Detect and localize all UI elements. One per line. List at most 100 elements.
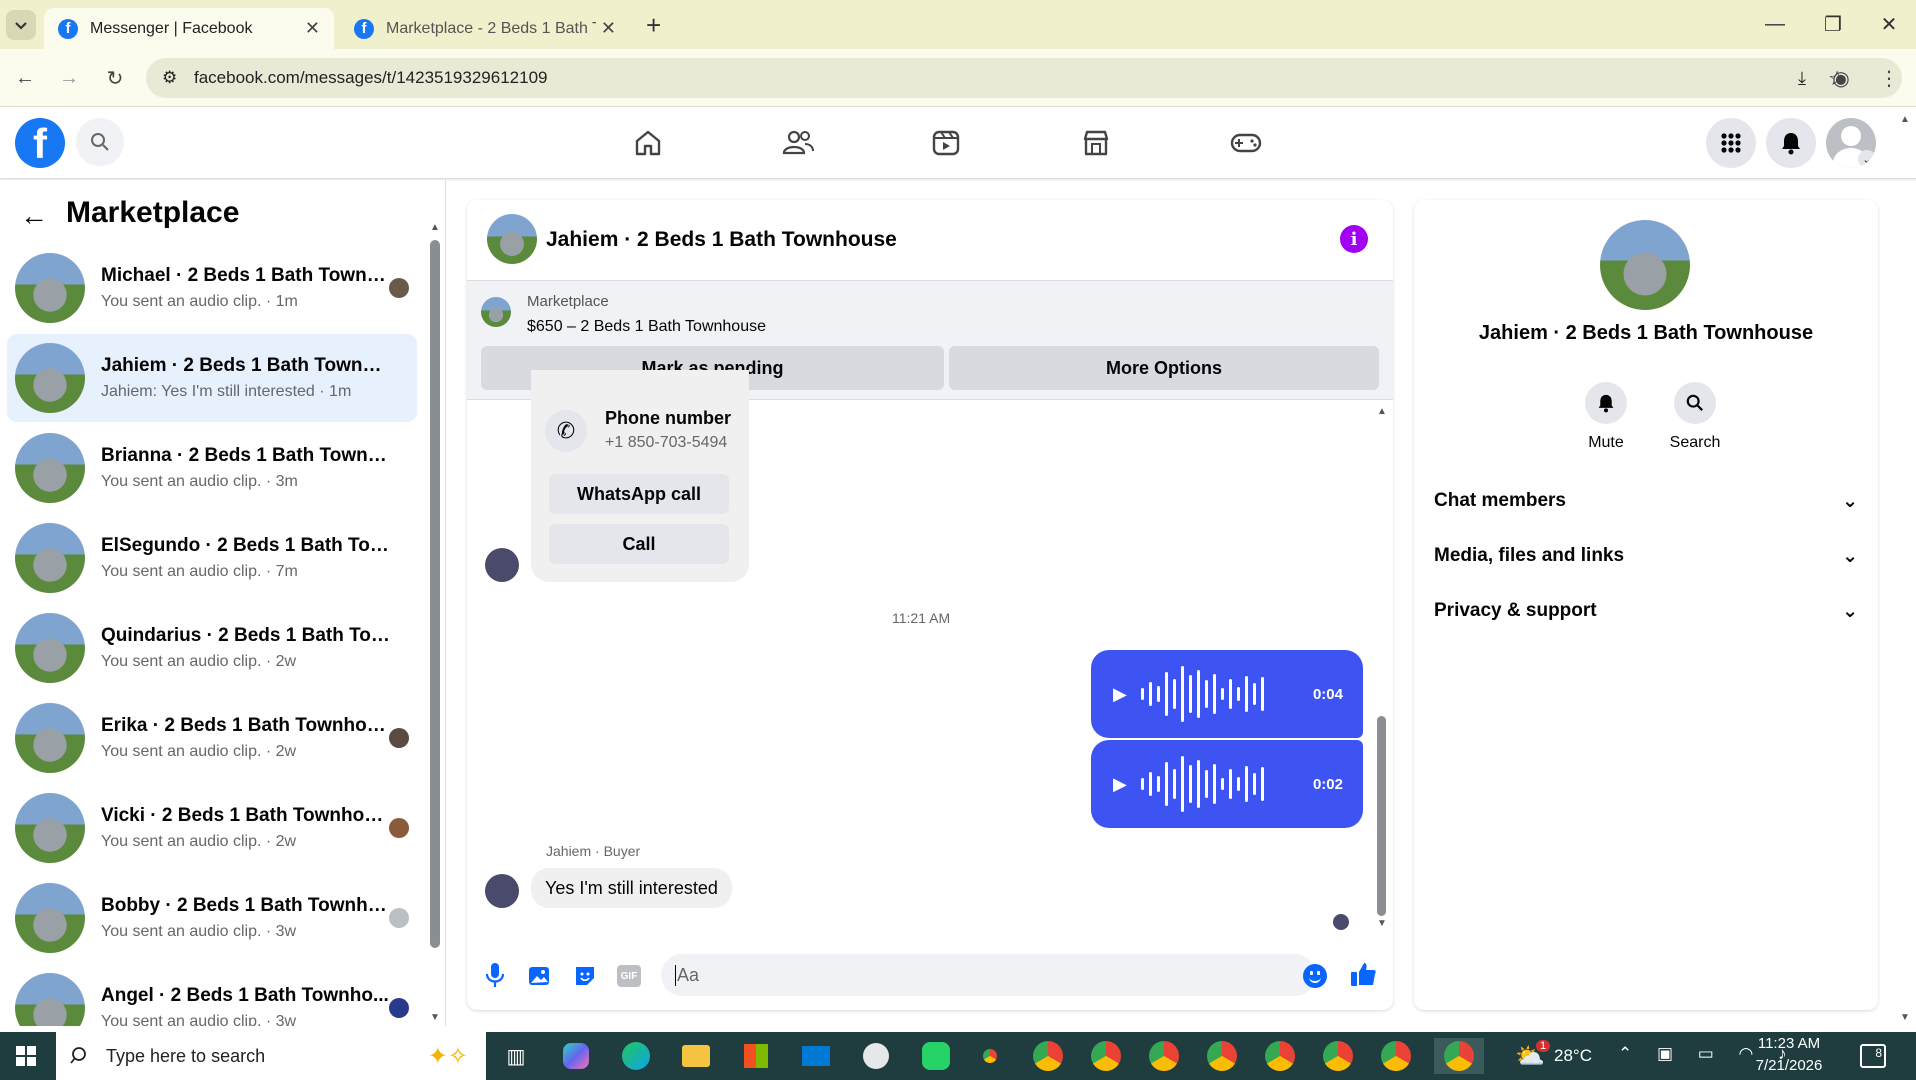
friends-nav-icon[interactable] [776, 123, 820, 163]
audio-duration: 0:04 [1312, 685, 1343, 703]
chrome-icon[interactable] [1260, 1038, 1300, 1074]
conversation-item[interactable]: Brianna · 2 Beds 1 Bath Townhou... You se… [7, 424, 417, 512]
task-view-icon[interactable]: ▥ [496, 1038, 536, 1074]
address-bar[interactable]: ⚙ facebook.com/messages/t/14235193296121… [146, 58, 1902, 98]
watch-nav-icon[interactable] [924, 123, 968, 163]
profile-icon[interactable]: ◉ [1826, 63, 1856, 93]
conversation-item[interactable]: Angel · 2 Beds 1 Bath Townho... You sent … [7, 964, 417, 1026]
incoming-message[interactable]: Yes I'm still interested [531, 868, 732, 908]
marketplace-nav-icon[interactable] [1074, 123, 1118, 163]
back-button[interactable]: ← [10, 63, 40, 93]
emoji-icon[interactable] [1303, 964, 1327, 988]
chrome-icon-active[interactable] [1434, 1038, 1484, 1074]
info-icon[interactable]: i [1340, 225, 1368, 253]
scroll-up-arrow[interactable]: ▲ [1377, 406, 1387, 417]
chrome-icon[interactable] [1086, 1038, 1126, 1074]
app-icon[interactable] [856, 1038, 896, 1074]
conversation-item[interactable]: Erika · 2 Beds 1 Bath Townhouse You sent … [7, 694, 417, 782]
scroll-up-arrow[interactable]: ▲ [430, 222, 440, 233]
conversation-item[interactable]: Bobby · 2 Beds 1 Bath Townho... You sent … [7, 874, 417, 962]
file-explorer-icon[interactable] [676, 1038, 716, 1074]
mail-icon[interactable] [796, 1038, 836, 1074]
windows-start-icon[interactable] [6, 1038, 46, 1074]
call-button[interactable]: Call [549, 524, 729, 564]
media-files-links-section[interactable]: Media, files and links ⌄ [1434, 545, 1858, 568]
minimize-button[interactable]: — [1746, 0, 1804, 49]
facebook-logo-icon[interactable]: f [15, 118, 65, 168]
conversation-item[interactable]: Quindarius · 2 Beds 1 Bath Town... You se… [7, 604, 417, 692]
details-name: Jahiem · 2 Beds 1 Bath Townhouse [1478, 322, 1814, 344]
phone-label: Phone number [605, 408, 732, 428]
reload-button[interactable]: ↻ [100, 63, 130, 93]
account-avatar[interactable]: ⌄ [1826, 118, 1876, 168]
conversation-item-selected[interactable]: Jahiem · 2 Beds 1 Bath Townhouse Jahiem: … [7, 334, 417, 422]
tab-marketplace[interactable]: f Marketplace - 2 Beds 1 Bath To ✕ [340, 8, 630, 49]
close-tab-icon[interactable]: ✕ [601, 18, 616, 39]
privacy-support-section[interactable]: Privacy & support ⌄ [1434, 600, 1858, 623]
listing-source: Marketplace [527, 293, 609, 310]
chat-avatar[interactable] [487, 214, 537, 264]
search-button[interactable] [76, 118, 124, 166]
audio-duration: 0:02 [1312, 775, 1343, 793]
edge-icon[interactable] [616, 1038, 656, 1074]
conversation-item[interactable]: ElSegundo · 2 Beds 1 Bath Town... You sen… [7, 514, 417, 602]
conversation-item[interactable]: Vicki · 2 Beds 1 Bath Townhouse You sent … [7, 784, 417, 872]
sticker-icon[interactable] [573, 964, 597, 993]
message-input[interactable]: Aa [661, 954, 1316, 996]
site-info-icon[interactable]: ⚙ [162, 68, 177, 88]
store-icon[interactable] [736, 1038, 776, 1074]
clock-date[interactable]: 7/21/2026 [1744, 1057, 1834, 1074]
page-scroll-down-arrow[interactable]: ▼ [1900, 1012, 1910, 1023]
conversation-item[interactable]: Michael · 2 Beds 1 Bath Townh... You sent… [7, 244, 417, 332]
thumbs-up-icon[interactable] [1349, 960, 1377, 993]
play-icon[interactable]: ▶ [1113, 684, 1127, 705]
chrome-icon[interactable] [1144, 1038, 1184, 1074]
mute-button[interactable]: Mute [1576, 382, 1636, 452]
play-icon[interactable]: ▶ [1113, 774, 1127, 795]
copilot-icon[interactable] [556, 1038, 596, 1074]
forward-button[interactable]: → [54, 63, 84, 93]
notification-center-icon[interactable]: 8 [1860, 1044, 1886, 1068]
more-options-button[interactable]: More Options [949, 346, 1379, 390]
chrome-icon[interactable] [1318, 1038, 1358, 1074]
microphone-icon[interactable] [485, 962, 505, 993]
menu-grid-button[interactable] [1706, 118, 1756, 168]
tab-messenger[interactable]: f Messenger | Facebook ✕ [44, 8, 334, 49]
page-scroll-up-arrow[interactable]: ▲ [1900, 114, 1910, 125]
chat-title[interactable]: Jahiem · 2 Beds 1 Bath Townhouse [546, 228, 897, 252]
menu-icon[interactable]: ⋮ [1874, 63, 1904, 93]
whatsapp-icon[interactable] [916, 1038, 956, 1074]
close-window-button[interactable]: ✕ [1860, 0, 1916, 49]
chrome-icon[interactable] [1202, 1038, 1242, 1074]
clock-time[interactable]: 11:23 AM [1744, 1035, 1834, 1052]
audio-waveform [1140, 666, 1264, 722]
chat-members-section[interactable]: Chat members ⌄ [1434, 490, 1858, 513]
chrome-icon[interactable] [1376, 1038, 1416, 1074]
chrome-icon[interactable] [1028, 1038, 1068, 1074]
sidebar-scrollbar[interactable] [430, 240, 440, 948]
new-tab-button[interactable]: + [646, 10, 661, 41]
phone-number-card: ✆ Phone number +1 850-703-5494 WhatsApp … [531, 370, 749, 582]
whatsapp-call-button[interactable]: WhatsApp call [549, 474, 729, 514]
gaming-nav-icon[interactable] [1224, 123, 1268, 163]
photo-icon[interactable] [527, 964, 551, 993]
install-icon[interactable]: ⤓ [1798, 68, 1806, 89]
read-receipt-avatar [389, 818, 409, 838]
audio-message[interactable]: ▶ 0:02 [1091, 740, 1363, 828]
back-arrow-icon[interactable]: ← [20, 200, 48, 232]
audio-message[interactable]: ▶ 0:04 [1091, 650, 1363, 738]
listing-avatar [15, 793, 85, 863]
chat-scrollbar[interactable] [1377, 716, 1386, 916]
taskbar-search[interactable]: Type here to search ✦✧ [56, 1032, 486, 1080]
scroll-down-arrow[interactable]: ▼ [1377, 918, 1387, 929]
chrome-icon[interactable] [970, 1038, 1010, 1074]
home-nav-icon[interactable] [626, 123, 670, 163]
notifications-button[interactable] [1766, 118, 1816, 168]
listing-title[interactable]: $650 – 2 Beds 1 Bath Townhouse [527, 318, 766, 336]
tab-search-button[interactable] [6, 10, 36, 40]
search-conversation-button[interactable]: Search [1660, 382, 1730, 452]
maximize-button[interactable]: ❐ [1804, 0, 1862, 49]
close-tab-icon[interactable]: ✕ [305, 18, 320, 39]
scroll-down-arrow[interactable]: ▼ [430, 1012, 440, 1023]
gif-icon[interactable]: GIF [617, 965, 641, 987]
